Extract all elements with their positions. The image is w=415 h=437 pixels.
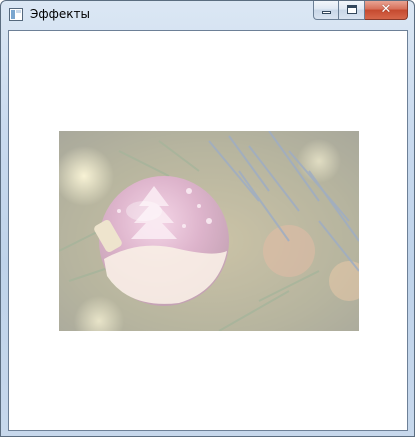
client-area: [8, 30, 408, 431]
window-app-icon[interactable]: [9, 8, 23, 21]
app-window: Эффекты ✕: [0, 0, 415, 437]
maximize-button[interactable]: [339, 1, 365, 20]
title-bar[interactable]: Эффекты ✕: [1, 1, 414, 29]
close-button[interactable]: ✕: [365, 1, 408, 20]
close-icon: ✕: [380, 2, 392, 17]
minimize-icon: [322, 11, 331, 14]
maximize-icon: [347, 5, 357, 14]
transparency-effect-overlay: [59, 131, 359, 331]
christmas-ornament-image: [59, 131, 359, 331]
caption-buttons: ✕: [313, 1, 408, 21]
window-title: Эффекты: [30, 7, 90, 21]
minimize-button[interactable]: [313, 1, 339, 20]
